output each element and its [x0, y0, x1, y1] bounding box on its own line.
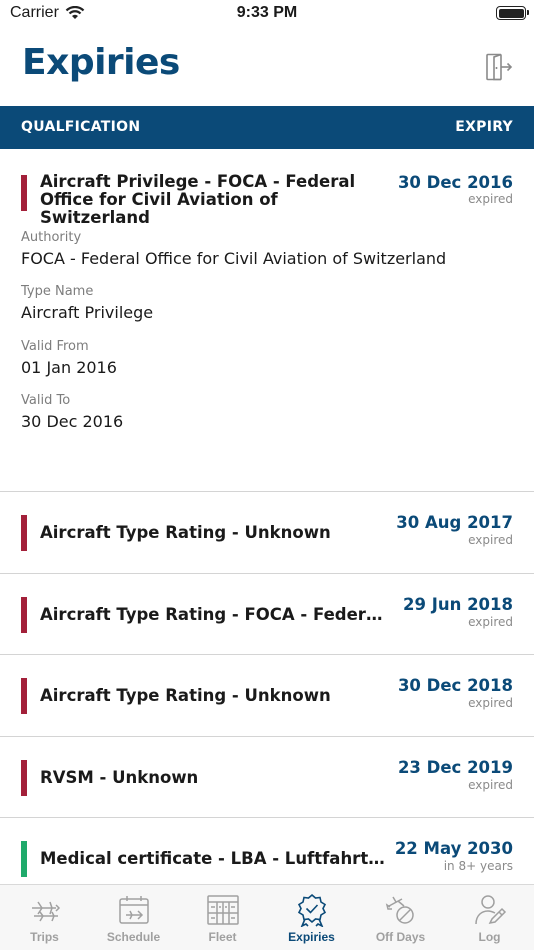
expiry-status: expired	[468, 777, 513, 792]
tab-off-days[interactable]: Off Days	[356, 885, 445, 950]
expiry-date: 29 Jun 2018	[402, 594, 513, 614]
expiry-date: 22 May 2030	[394, 839, 513, 858]
expiry-status: expired	[468, 696, 513, 710]
authority-label: Authority	[21, 230, 82, 245]
expiry-row[interactable]: Aircraft Type Rating - Unknown 30 Dec 20…	[0, 655, 534, 737]
tab-schedule[interactable]: Schedule	[89, 885, 178, 950]
expiry-row[interactable]: RVSM - Unknown 23 Dec 2019 expired	[0, 737, 534, 818]
expiry-date: 30 Aug 2017	[396, 513, 513, 532]
expiry-status: in 8+ years	[443, 859, 513, 873]
status-indicator	[21, 759, 27, 796]
qualification-title: Aircraft Type Rating - Unknown	[40, 687, 331, 705]
trips-icon	[31, 901, 60, 922]
valid-to-label: Valid To	[21, 393, 71, 408]
fleet-icon	[206, 895, 239, 925]
qualification-title: Aircraft Type Rating - Unknown	[40, 524, 331, 542]
status-indicator	[21, 841, 27, 877]
expiry-status: expired	[468, 192, 513, 206]
expiry-date: 23 Dec 2019	[397, 757, 513, 777]
tab-log[interactable]: Log	[445, 885, 534, 950]
tab-expiries[interactable]: Expiries	[267, 885, 356, 950]
logout-icon	[486, 53, 513, 81]
status-indicator	[21, 678, 27, 714]
status-indicator	[21, 175, 27, 211]
valid-to-value: 30 Dec 2016	[21, 412, 124, 431]
log-icon	[474, 895, 506, 925]
tab-label: Log	[478, 930, 501, 944]
tab-fleet[interactable]: Fleet	[178, 885, 267, 950]
expiry-row[interactable]: Aircraft Type Rating - FOCA - Federal Of…	[0, 574, 534, 655]
status-indicator	[21, 515, 27, 551]
expiry-row-expanded[interactable]: Aircraft Privilege - FOCA - Federal Offi…	[0, 149, 534, 492]
column-header: QUALFICATION EXPIRY	[0, 106, 534, 149]
tab-label: Fleet	[208, 930, 237, 944]
schedule-icon	[118, 896, 149, 924]
valid-from-label: Valid From	[21, 339, 89, 354]
logout-button[interactable]	[484, 52, 514, 82]
expiries-icon	[297, 893, 326, 927]
expiry-date: 30 Dec 2016	[397, 173, 513, 192]
qualification-title: Medical certificate - LBA - Luftfahrt-Bu…	[40, 850, 385, 868]
qualification-column-label: QUALFICATION	[21, 119, 141, 135]
expiry-date: 30 Dec 2018	[397, 676, 513, 695]
page-title: Expiries	[22, 42, 180, 83]
tab-label: Off Days	[375, 930, 426, 944]
type-name-label: Type Name	[21, 284, 94, 299]
expiries-list[interactable]: Aircraft Privilege - FOCA - Federal Offi…	[0, 149, 534, 900]
qualification-title: RVSM - Unknown	[40, 768, 199, 787]
tab-trips[interactable]: Trips	[0, 885, 89, 950]
authority-value: FOCA - Federal Office for Civil Aviation…	[21, 249, 447, 268]
clock: 9:33 PM	[236, 4, 298, 21]
expiry-column-label: EXPIRY	[455, 119, 513, 135]
tab-label: Schedule	[106, 930, 161, 944]
battery-icon	[496, 6, 529, 20]
status-indicator	[21, 596, 27, 633]
expiry-status: expired	[468, 533, 513, 547]
qualification-title: Aircraft Type Rating - FOCA - Federal Of…	[40, 605, 385, 624]
expiry-status: expired	[468, 614, 513, 629]
nav-header: Expiries	[0, 28, 534, 106]
valid-from-value: 01 Jan 2016	[21, 358, 117, 377]
tab-label: Trips	[30, 930, 59, 944]
qualification-title: Aircraft Privilege - FOCA - Federal Offi…	[40, 173, 356, 227]
tab-label: Expiries	[288, 930, 335, 944]
type-name-value: Aircraft Privilege	[21, 303, 154, 322]
status-bar: Carrier 9:33 PM	[0, 0, 534, 28]
tab-bar: Trips Schedule Fleet Expiries Off Days L…	[0, 884, 534, 950]
off-days-icon	[385, 896, 414, 924]
expiry-row[interactable]: Aircraft Type Rating - Unknown 30 Aug 20…	[0, 492, 534, 574]
